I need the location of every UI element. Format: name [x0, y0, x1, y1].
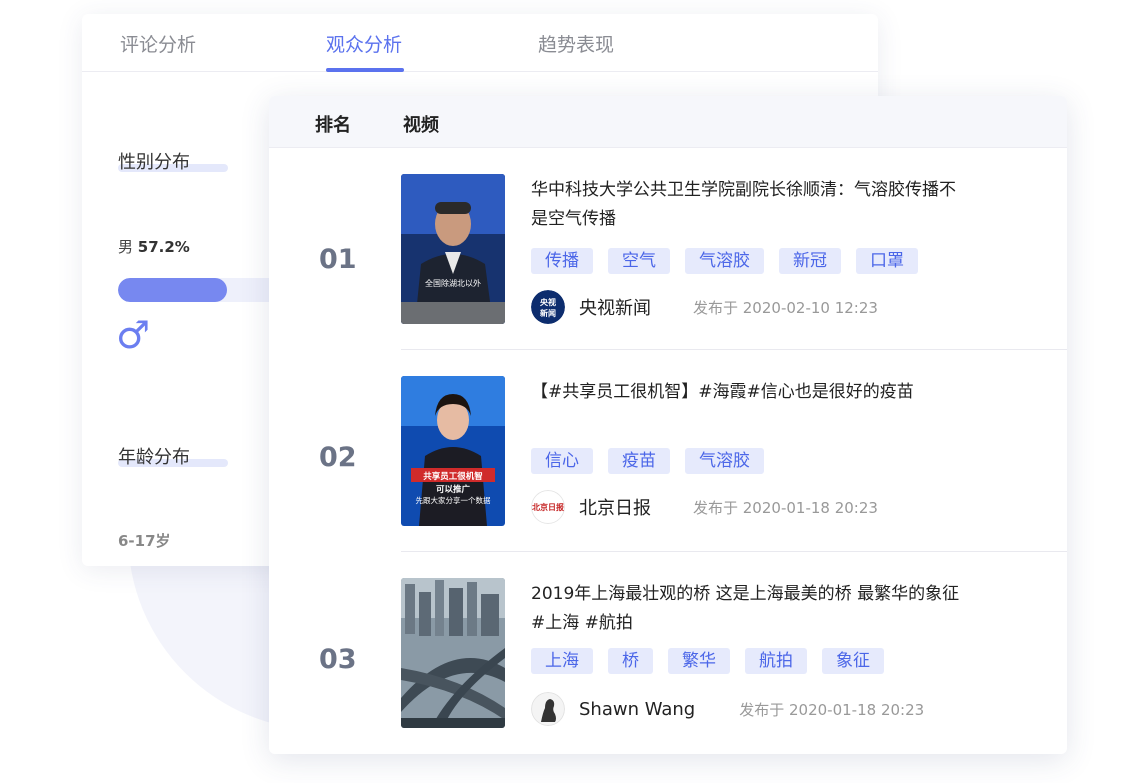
- active-tab-indicator: [326, 68, 404, 72]
- tag[interactable]: 气溶胶: [685, 248, 764, 274]
- video-thumbnail[interactable]: 共享员工很机智 可以推广 先跟大家分享一个数据: [401, 376, 505, 526]
- table-row[interactable]: 01 全国除湖北以外 华中科技大学公共卫生学院副院长徐顺清：气溶胶传播不是空气传…: [269, 148, 1067, 350]
- author-info: 央视 新闻 央视新闻 发布于 2020-02-10 12:23: [531, 290, 878, 324]
- tag[interactable]: 象征: [822, 648, 884, 674]
- tag[interactable]: 信心: [531, 448, 593, 474]
- tag[interactable]: 桥: [608, 648, 653, 674]
- news-anchor-thumbnail: 共享员工很机智 可以推广 先跟大家分享一个数据: [401, 376, 505, 526]
- video-thumbnail[interactable]: [401, 578, 505, 728]
- age-group-label: 6-17岁: [118, 532, 171, 550]
- header-rank: 排名: [315, 115, 351, 136]
- publish-time: 发布于 2020-01-18 20:23: [693, 498, 878, 517]
- tag[interactable]: 口罩: [856, 248, 918, 274]
- author-avatar[interactable]: [531, 692, 565, 726]
- age-section-title: 年龄分布: [118, 447, 190, 468]
- rank-number: 01: [319, 244, 357, 275]
- svg-text:央视: 央视: [540, 297, 556, 307]
- thumbnail-caption: 先跟大家分享一个数据: [416, 495, 491, 505]
- user-avatar-icon: [531, 692, 565, 726]
- beijing-daily-logo: 北京日报: [531, 490, 565, 524]
- male-label: 男: [118, 238, 134, 256]
- video-title[interactable]: 华中科技大学公共卫生学院副院长徐顺清：气溶胶传播不是空气传播: [531, 176, 961, 234]
- tag[interactable]: 航拍: [745, 648, 807, 674]
- author-info: Shawn Wang 发布于 2020-01-18 20:23: [531, 692, 924, 726]
- tab-comment-analysis[interactable]: 评论分析: [120, 30, 196, 57]
- tab-bar: 评论分析 观众分析 趋势表现: [82, 14, 878, 72]
- city-bridge-thumbnail: [401, 578, 505, 728]
- tag[interactable]: 气溶胶: [685, 448, 764, 474]
- thumbnail-caption: 可以推广: [436, 484, 471, 495]
- author-name[interactable]: Shawn Wang: [579, 699, 695, 720]
- table-row[interactable]: 03 2019年上海最壮观的桥 这是上海最美的桥 最繁华的象征 #上海 #航拍 …: [269, 552, 1067, 754]
- video-title[interactable]: 2019年上海最壮观的桥 这是上海最美的桥 最繁华的象征 #上海 #航拍: [531, 580, 961, 638]
- press-conference-thumbnail: 全国除湖北以外: [401, 174, 505, 324]
- screenshot-stage: 评论分析 观众分析 趋势表现 性别分布 男 57.2% ♂ 年龄分布 6-17岁…: [0, 0, 1130, 783]
- tag[interactable]: 上海: [531, 648, 593, 674]
- tab-audience-analysis[interactable]: 观众分析: [326, 30, 402, 57]
- video-thumbnail[interactable]: 全国除湖北以外: [401, 174, 505, 324]
- tag[interactable]: 繁华: [668, 648, 730, 674]
- male-stat: 男 57.2%: [118, 236, 190, 257]
- svg-text:新闻: 新闻: [540, 308, 556, 318]
- publish-time: 发布于 2020-02-10 12:23: [693, 298, 878, 317]
- rank-number: 02: [319, 442, 357, 473]
- thumbnail-caption: 全国除湖北以外: [425, 278, 481, 288]
- male-bar-fill: [118, 278, 227, 302]
- publish-time: 发布于 2020-01-18 20:23: [739, 700, 925, 719]
- author-info: 北京日报 北京日报 发布于 2020-01-18 20:23: [531, 490, 878, 524]
- cctv-news-logo: 央视 新闻: [531, 290, 565, 324]
- tag[interactable]: 疫苗: [608, 448, 670, 474]
- author-avatar[interactable]: 央视 新闻: [531, 290, 565, 324]
- thumbnail-caption: 共享员工很机智: [423, 471, 483, 482]
- tag[interactable]: 传播: [531, 248, 593, 274]
- header-video: 视频: [403, 115, 439, 136]
- tab-trend-performance[interactable]: 趋势表现: [538, 30, 614, 57]
- tag-list: 信心 疫苗 气溶胶: [531, 448, 764, 474]
- video-ranking-table: 排名 视频 01 全国除湖北以外 华中科技大学公共卫生学院副院长徐顺清：气溶胶传…: [269, 96, 1067, 754]
- tag-list: 传播 空气 气溶胶 新冠 口罩: [531, 248, 918, 274]
- video-title[interactable]: 【#共享员工很机智】#海霞#信心也是很好的疫苗: [531, 378, 961, 407]
- tag[interactable]: 空气: [608, 248, 670, 274]
- male-icon: ♂: [116, 313, 151, 357]
- author-avatar[interactable]: 北京日报: [531, 490, 565, 524]
- tag[interactable]: 新冠: [779, 248, 841, 274]
- table-row[interactable]: 02 共享员工很机智 可以推广 先跟大家分享一个数据 【#共享员工很机智】#海霞…: [269, 350, 1067, 552]
- tag-list: 上海 桥 繁华 航拍 象征: [531, 648, 884, 674]
- male-percent: 57.2%: [137, 238, 190, 256]
- svg-text:北京日报: 北京日报: [532, 502, 564, 512]
- gender-section-title: 性别分布: [118, 152, 190, 173]
- author-name[interactable]: 央视新闻: [579, 294, 651, 320]
- author-name[interactable]: 北京日报: [579, 494, 651, 520]
- rank-number: 03: [319, 644, 357, 675]
- table-header: 排名 视频: [269, 96, 1067, 148]
